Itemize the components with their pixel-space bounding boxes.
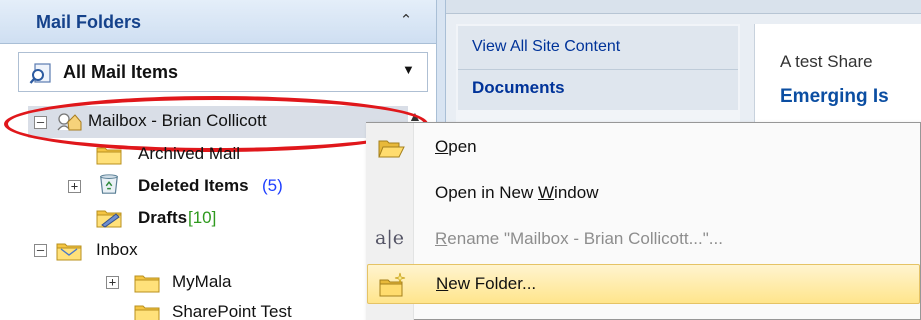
tree-item-label: Inbox xyxy=(96,240,138,259)
tree-item-mymala[interactable]: + MyMala xyxy=(0,266,420,298)
mail-folders-title: Mail Folders xyxy=(36,12,142,32)
new-folder-icon xyxy=(379,272,406,297)
collapse-chevron-icon[interactable]: ⌃ xyxy=(395,10,417,32)
site-heading[interactable]: Emerging Is xyxy=(780,86,889,108)
expand-icon[interactable]: + xyxy=(106,276,119,289)
quick-launch-label: View All Site Content xyxy=(472,38,621,55)
menu-item-label: Open xyxy=(435,137,477,156)
menu-item-open[interactable]: Open xyxy=(367,128,920,168)
mail-search-icon xyxy=(29,63,51,84)
rename-icon: a|e xyxy=(375,227,404,249)
quick-launch-view-all[interactable]: View All Site Content xyxy=(458,26,738,70)
tree-item-deleted-items[interactable]: + Deleted Items (5) xyxy=(0,170,420,202)
menu-item-label: New Folder... xyxy=(436,274,537,293)
quick-launch-documents[interactable]: Documents xyxy=(458,70,738,110)
tree-item-sharepoint-test[interactable]: SharePoint Test xyxy=(0,296,420,320)
tree-item-archived-mail[interactable]: Archived Mail xyxy=(0,138,420,170)
site-description: A test Share xyxy=(780,52,873,71)
folder-icon xyxy=(96,147,122,165)
quick-launch-label: Documents xyxy=(472,78,565,97)
folder-icon xyxy=(134,305,160,320)
tree-item-label: MyMala xyxy=(172,272,232,291)
tree-item-label: Archived Mail xyxy=(138,144,241,163)
tab-strip xyxy=(446,0,921,14)
folder-icon xyxy=(134,275,160,293)
item-count-badge: [10] xyxy=(188,208,217,227)
expand-icon[interactable]: + xyxy=(68,180,81,193)
menu-item-label: Rename "Mailbox - Brian Collicott..."... xyxy=(435,229,723,248)
recycle-bin-icon xyxy=(100,174,118,194)
unread-count-badge: (5) xyxy=(262,176,283,195)
tree-item-drafts[interactable]: Drafts [10] xyxy=(0,202,420,234)
mail-folders-header: Mail Folders ⌃ xyxy=(0,0,436,44)
drafts-folder-icon xyxy=(96,210,122,228)
menu-item-rename[interactable]: a|e Rename "Mailbox - Brian Collicott...… xyxy=(367,220,920,260)
menu-item-open-new-window[interactable]: Open in New Window xyxy=(367,174,920,214)
tree-item-inbox[interactable]: – Inbox xyxy=(0,234,420,266)
tree-item-label: Drafts xyxy=(138,208,188,227)
all-mail-items-label: All Mail Items xyxy=(63,62,179,82)
all-mail-items-dropdown[interactable]: All Mail Items ▼ xyxy=(18,52,428,92)
tree-item-label: Deleted Items xyxy=(138,176,249,195)
open-folder-icon xyxy=(378,140,405,158)
dropdown-arrow-icon[interactable]: ▼ xyxy=(402,62,415,77)
menu-item-label: Open in New Window xyxy=(435,183,599,202)
menu-item-new-folder[interactable]: New Folder... xyxy=(367,264,920,304)
tree-item-label: SharePoint Test xyxy=(172,302,292,320)
inbox-icon xyxy=(56,243,82,261)
collapse-icon[interactable]: – xyxy=(34,244,47,257)
